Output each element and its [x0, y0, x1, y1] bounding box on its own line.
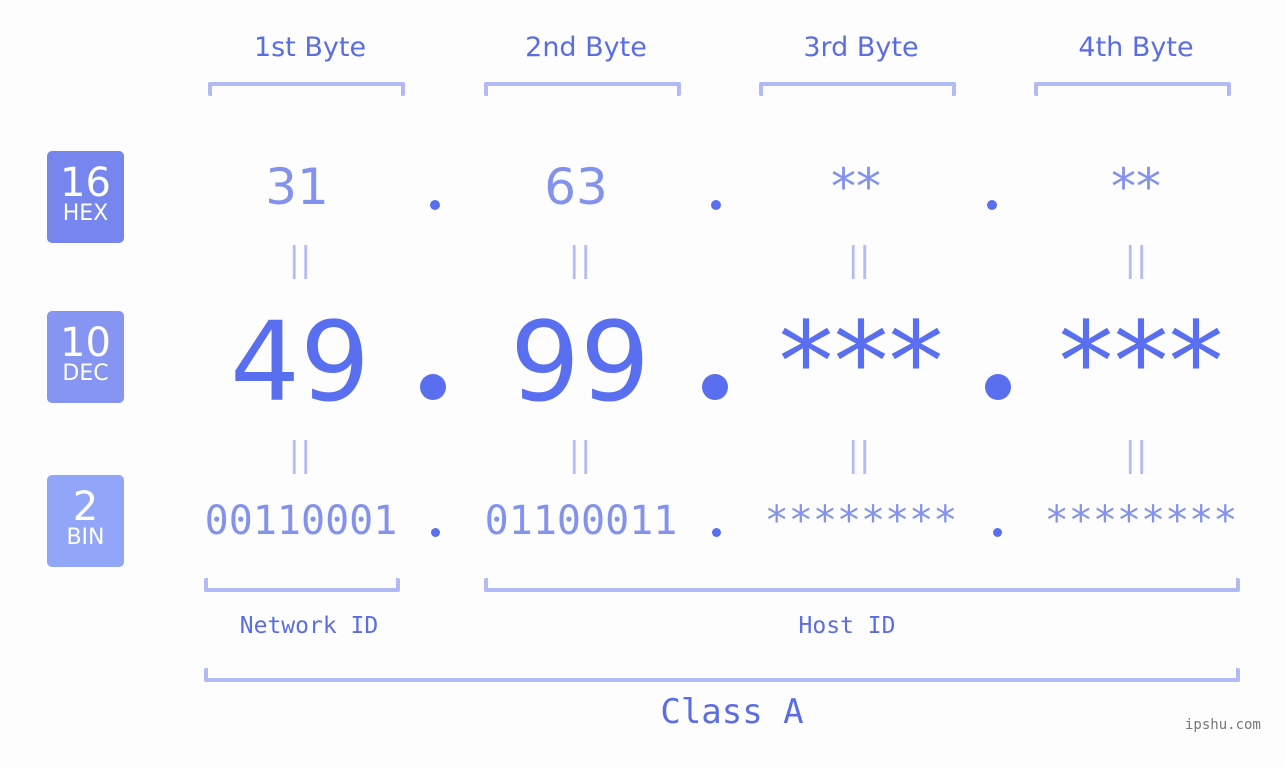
- dec-dot-3: [985, 374, 1011, 400]
- bin-badge: 2 BIN: [47, 475, 124, 567]
- dec-value-3: ***: [778, 298, 944, 426]
- dec-value-1: 49: [230, 298, 370, 426]
- byte-bracket-1: [208, 82, 405, 96]
- byte-bracket-2: [484, 82, 681, 96]
- bin-dot-1: [431, 528, 440, 537]
- byte-header-4: 4th Byte: [1078, 32, 1194, 63]
- equals-icon: ||: [568, 240, 592, 280]
- bin-dot-3: [993, 528, 1002, 537]
- class-bracket: [204, 668, 1240, 682]
- equals-icon: ||: [288, 435, 312, 475]
- watermark: ipshu.com: [1185, 717, 1261, 733]
- bin-value-3: ********: [764, 498, 958, 544]
- hex-value-3: **: [831, 158, 881, 216]
- hex-value-2: 63: [544, 158, 608, 216]
- bin-dot-2: [712, 528, 721, 537]
- network-id-label: Network ID: [239, 613, 379, 639]
- equals-icon: ||: [847, 435, 871, 475]
- hex-dot-3: [987, 200, 997, 210]
- byte-header-1: 1st Byte: [253, 32, 367, 63]
- byte-bracket-4: [1034, 82, 1231, 96]
- equals-icon: ||: [847, 240, 871, 280]
- byte-header-3: 3rd Byte: [803, 32, 919, 63]
- host-id-bracket: [484, 578, 1240, 592]
- dec-value-2: 99: [510, 298, 650, 426]
- bin-base: 2: [72, 484, 99, 530]
- dec-dot-1: [420, 374, 446, 400]
- byte-bracket-3: [759, 82, 956, 96]
- equals-icon: ||: [1124, 240, 1148, 280]
- hex-dot-1: [430, 200, 440, 210]
- hex-badge: 16 HEX: [47, 151, 124, 243]
- bin-value-4: ********: [1044, 498, 1238, 544]
- equals-icon: ||: [568, 435, 592, 475]
- equals-icon: ||: [1124, 435, 1148, 475]
- dec-label: DEC: [62, 361, 109, 386]
- equals-icon: ||: [288, 240, 312, 280]
- hex-value-1: 31: [265, 158, 329, 216]
- dec-base: 10: [60, 320, 111, 366]
- hex-dot-2: [711, 200, 721, 210]
- class-label: Class A: [660, 692, 804, 732]
- dec-badge: 10 DEC: [47, 311, 124, 403]
- dec-value-4: ***: [1058, 298, 1224, 426]
- hex-base: 16: [60, 160, 111, 206]
- dec-dot-2: [702, 374, 728, 400]
- host-id-label: Host ID: [798, 613, 896, 639]
- hex-label: HEX: [62, 201, 109, 226]
- bin-value-1: 00110001: [204, 498, 398, 544]
- byte-header-2: 2nd Byte: [525, 32, 647, 63]
- bin-value-2: 01100011: [484, 498, 678, 544]
- hex-value-4: **: [1111, 158, 1161, 216]
- network-id-bracket: [204, 578, 400, 592]
- bin-label: BIN: [66, 525, 105, 550]
